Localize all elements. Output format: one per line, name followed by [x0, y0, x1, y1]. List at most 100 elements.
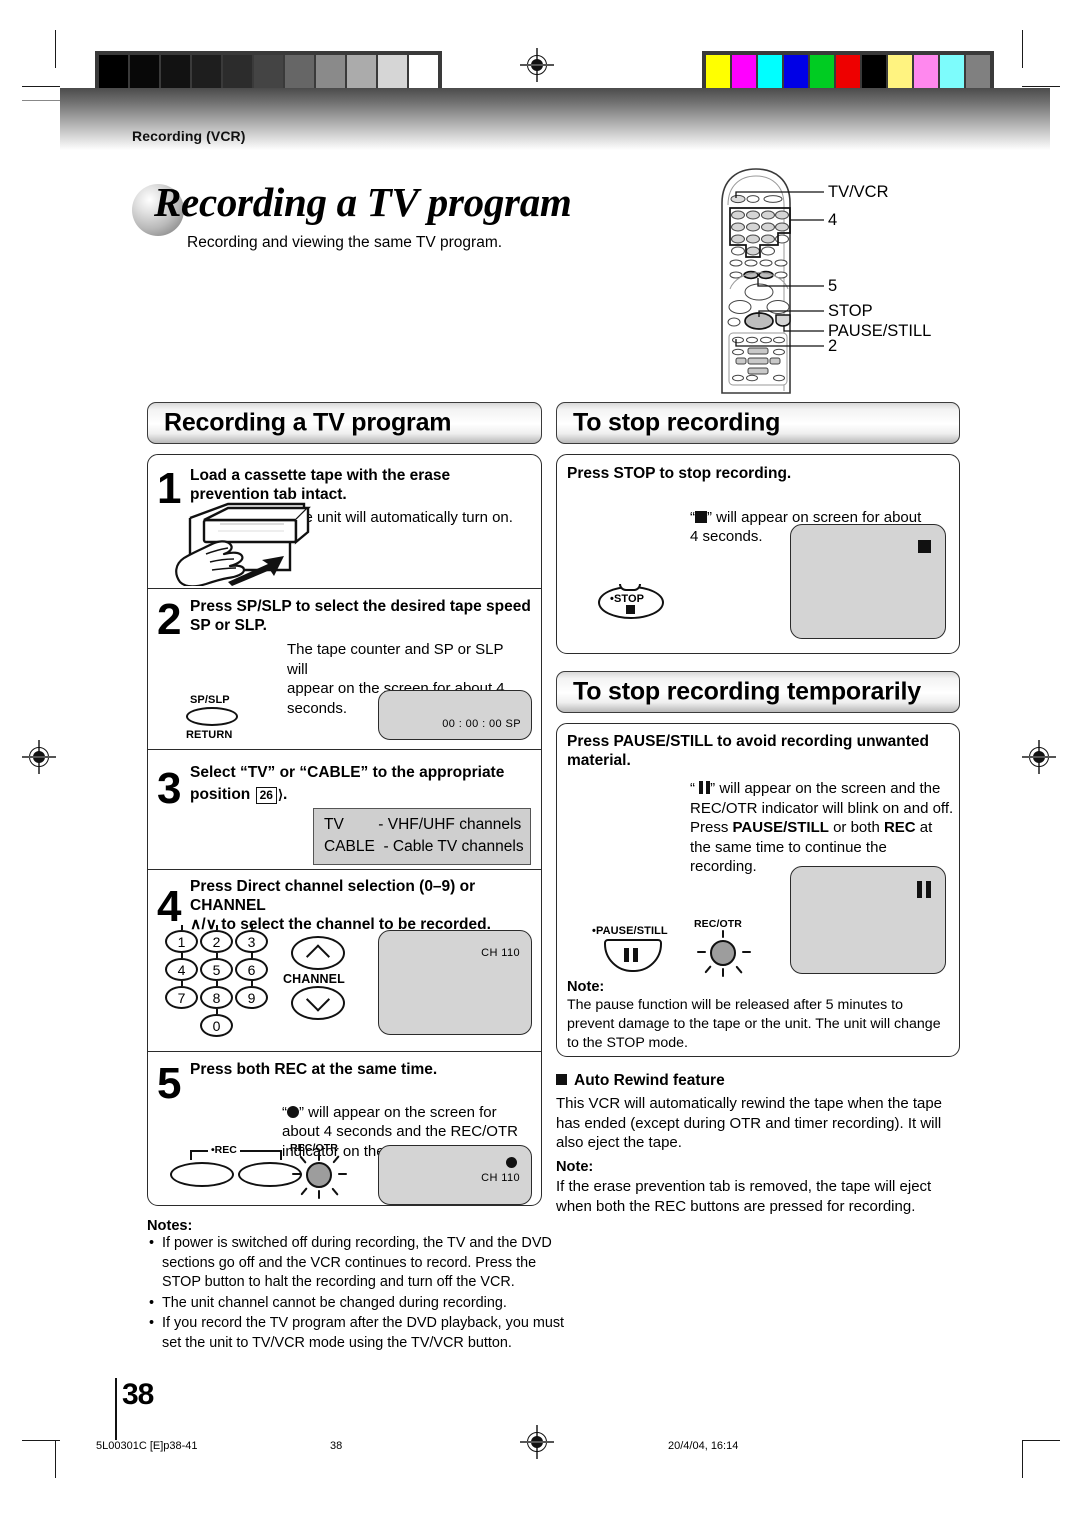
pause-button-graphic[interactable]: •PAUSE/STILL: [592, 925, 668, 973]
keypad-key-8-label: 8: [212, 990, 221, 1006]
rec-button-left[interactable]: [170, 1162, 234, 1187]
color-swatch-0: [706, 55, 730, 89]
stop-button-square-icon: [626, 605, 635, 614]
rec-otr-label-pause: REC/OTR: [694, 918, 742, 930]
step-2-tv-screen: 00 : 00 : 00 SP: [378, 690, 532, 740]
section-header-recording-label: Recording a TV program: [164, 408, 452, 437]
auto-rewind-body: This VCR will automatically rewind the t…: [556, 1095, 943, 1151]
color-swatch-6: [862, 55, 886, 89]
color-swatch-2: [758, 55, 782, 89]
color-swatch-5: [836, 55, 860, 89]
step-5-osd-record-dot: [506, 1157, 517, 1168]
stop-button-graphic[interactable]: •STOP: [598, 584, 664, 619]
keypad-key-1-label: 1: [177, 934, 186, 950]
footer-timestamp: 20/4/04, 16:14: [668, 1440, 739, 1452]
sp-slp-button[interactable]: [186, 707, 238, 726]
crop-mark-br-h: [1022, 1440, 1060, 1442]
step-1-body: The unit will automatically turn on.: [287, 509, 513, 526]
step-divider-4: [148, 1051, 541, 1053]
remote-callout-2: 2: [828, 337, 838, 355]
color-calibration-bar: [702, 51, 994, 93]
gray-swatch-0: [99, 55, 128, 89]
pause-note-heading: Note:: [567, 979, 605, 995]
step-2-heading: Press SP/SLP to select the desired tape …: [190, 598, 531, 635]
pause-bars-icon: [699, 781, 711, 794]
rec-otr-label-step5: REC/OTR: [290, 1142, 338, 1154]
keypad-key-4[interactable]: 4: [165, 953, 198, 981]
stop-square-icon: [695, 510, 707, 523]
color-swatch-4: [810, 55, 834, 89]
pause-body-q1: “: [690, 780, 700, 797]
section-header-stop-recording-label: To stop recording: [573, 408, 781, 437]
gray-swatch-9: [378, 55, 407, 89]
gray-swatch-8: [347, 55, 376, 89]
page-reference-badge[interactable]: 26: [255, 787, 277, 804]
step-4-osd-channel: CH 110: [481, 947, 520, 959]
registration-mark-left: [22, 740, 56, 774]
step-4-number: 4: [157, 882, 182, 931]
remote-callout-stop: STOP: [828, 302, 873, 320]
stop-recording-heading: Press STOP to stop recording.: [567, 465, 792, 482]
channel-up-button[interactable]: [291, 936, 345, 970]
step-5-heading: Press both REC at the same time.: [190, 1061, 438, 1078]
remote-callout-4: 4: [828, 211, 838, 229]
crop-mark-br-v: [1022, 1440, 1024, 1478]
section-header-stop-temporarily: To stop recording temporarily: [556, 671, 960, 713]
color-swatch-10: [966, 55, 990, 89]
gray-swatch-1: [130, 55, 159, 89]
pause-osd-bars: [917, 881, 931, 898]
sp-slp-button-top-label: SP/SLP: [190, 694, 230, 706]
stop-tv-screen: [790, 524, 946, 639]
crop-mark-tl-v: [55, 30, 57, 68]
pause-button-label: •PAUSE/STILL: [592, 925, 668, 937]
registration-mark-bottom: [520, 1425, 554, 1459]
step-3-heading-position: position: [190, 786, 251, 803]
auto-rewind-heading-row: Auto Rewind feature: [556, 1072, 725, 1090]
auto-rewind-note-heading: Note:: [556, 1159, 594, 1175]
keypad-key-6-label: 6: [247, 962, 256, 978]
page-number-rule: [115, 1378, 118, 1440]
channel-down-button[interactable]: [291, 986, 345, 1020]
left-note-item: • The unit channel cannot be changed duri…: [149, 1294, 507, 1311]
color-swatch-3: [784, 55, 808, 89]
keypad-key-5[interactable]: 5: [200, 953, 233, 981]
keypad-key-1[interactable]: 1: [165, 925, 198, 953]
keypad-key-0-label: 0: [212, 1018, 221, 1034]
keypad-key-6[interactable]: 6: [235, 953, 268, 981]
gray-swatch-2: [161, 55, 190, 89]
pause-bar-left-icon: [624, 948, 629, 962]
color-swatch-9: [940, 55, 964, 89]
keypad-key-2[interactable]: 2: [200, 925, 233, 953]
step-3-number: 3: [157, 764, 182, 813]
page-title: Recording a TV program: [154, 179, 572, 225]
grayscale-calibration-bar: [95, 51, 442, 93]
rec-otr-indicator-pause: REC/OTR: [692, 918, 754, 977]
step-3-heading-line1: Select “TV” or “CABLE” to the appropriat…: [190, 764, 505, 781]
registration-mark-right: [1022, 740, 1056, 774]
running-head-label: Recording (VCR): [132, 128, 246, 144]
registration-mark-top: [520, 48, 554, 82]
pause-body-part2: or both: [828, 819, 884, 836]
stop-button-label: •STOP: [610, 593, 645, 605]
keypad-key-7[interactable]: 7: [165, 981, 198, 1009]
color-swatch-7: [888, 55, 912, 89]
keypad-key-8[interactable]: 8: [200, 981, 233, 1009]
gray-swatch-4: [223, 55, 252, 89]
remote-callout-5: 5: [828, 277, 838, 295]
remote-callout-tv-vcr: TV/VCR: [828, 183, 889, 201]
numeric-keypad: 1 2 3 4 5 6 7 8 9 0: [165, 925, 285, 1037]
gray-swatch-10: [409, 55, 438, 89]
keypad-key-2-label: 2: [212, 934, 221, 950]
keypad-key-0[interactable]: 0: [200, 1009, 233, 1037]
auto-rewind-note-text: If the erase prevention tab is removed, …: [556, 1178, 932, 1215]
step-divider-1: [148, 588, 541, 590]
crop-mark-tl-h: [22, 86, 60, 88]
gray-swatch-5: [254, 55, 283, 89]
keypad-key-9[interactable]: 9: [235, 981, 268, 1009]
keypad-key-3[interactable]: 3: [235, 925, 268, 953]
gray-swatch-6: [285, 55, 314, 89]
color-swatch-1: [732, 55, 756, 89]
left-note-item: • If power is switched off during recordi…: [149, 1235, 552, 1291]
running-head-bar: Recording (VCR): [60, 88, 1050, 150]
left-notes-heading: Notes:: [147, 1218, 193, 1234]
